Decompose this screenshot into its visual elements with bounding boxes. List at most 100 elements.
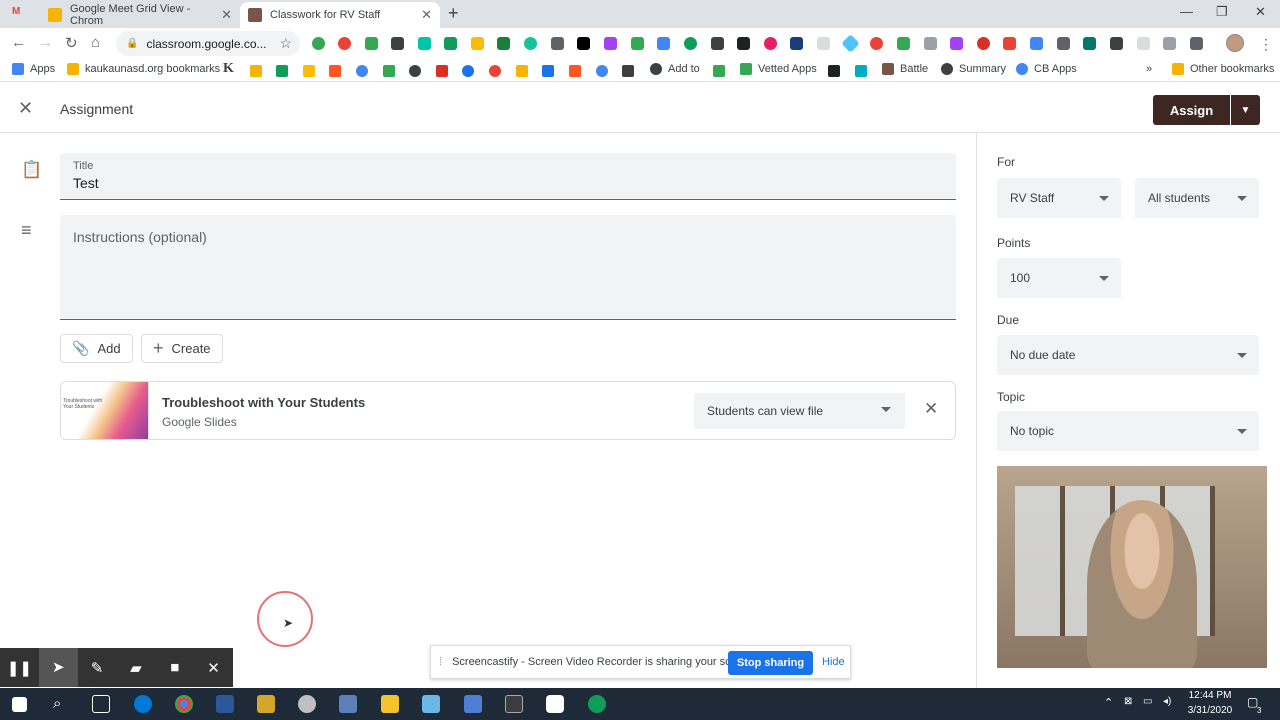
bookmark-k[interactable]: K (223, 61, 234, 77)
app-icon[interactable] (298, 695, 316, 713)
share-permission-select[interactable]: Students can view file (694, 393, 905, 429)
bookmark-icon[interactable] (462, 65, 474, 77)
bookmark-kaukaunasd[interactable]: kaukaunasd.org bookmarks (67, 63, 220, 75)
extension-icon[interactable] (950, 37, 963, 50)
students-select[interactable]: All students (1135, 178, 1259, 218)
new-tab-button[interactable]: + (448, 3, 459, 24)
app-icon[interactable] (257, 695, 275, 713)
extension-icon[interactable] (1083, 37, 1096, 50)
title-input[interactable]: Test (73, 175, 99, 191)
extension-icon[interactable] (391, 37, 404, 50)
bookmark-icon[interactable] (713, 65, 725, 77)
reload-icon[interactable]: ↻ (65, 34, 78, 52)
camera-icon[interactable] (546, 695, 564, 713)
extension-icon[interactable] (657, 37, 670, 50)
cursor-tool-icon[interactable]: ➤ (38, 648, 78, 687)
remove-attachment-icon[interactable]: ✕ (924, 399, 938, 419)
google-icon[interactable] (489, 65, 501, 77)
app-icon[interactable] (464, 695, 482, 713)
topic-select[interactable]: No topic (997, 411, 1259, 451)
bookmark-summary[interactable]: Summary (941, 63, 1006, 75)
points-select[interactable]: 100 (997, 258, 1121, 298)
attachment-card[interactable]: Troubleshoot with Your Students Troubles… (60, 381, 956, 440)
extension-icon[interactable] (870, 37, 883, 50)
minimize-icon[interactable]: — (1180, 4, 1193, 19)
bookmark-star-icon[interactable]: ☆ (279, 35, 292, 52)
word-icon[interactable] (216, 695, 234, 713)
extension-icon[interactable] (551, 37, 564, 50)
bookmark-icon[interactable] (329, 65, 341, 77)
close-icon[interactable]: ✕ (18, 98, 33, 119)
extension-icon[interactable] (1110, 37, 1123, 50)
extension-icon[interactable] (711, 37, 724, 50)
extension-icon[interactable] (524, 37, 537, 50)
pause-icon[interactable]: ❚❚ (0, 659, 39, 677)
bookmark-icon[interactable] (303, 65, 315, 77)
bookmark-icon[interactable] (436, 65, 448, 77)
extension-icon[interactable] (631, 37, 644, 50)
bookmark-icon[interactable] (276, 65, 288, 77)
bookmark-apps[interactable]: Apps (12, 63, 55, 75)
extension-icon[interactable] (577, 37, 590, 50)
bookmark-icon[interactable] (250, 65, 262, 77)
attachment-title[interactable]: Troubleshoot with Your Students (162, 395, 365, 410)
bookmark-battle[interactable]: Battle (882, 63, 928, 75)
extension-icon[interactable] (444, 37, 457, 50)
instructions-field[interactable]: Instructions (optional) (60, 215, 956, 320)
extension-icon[interactable] (897, 37, 910, 50)
class-select[interactable]: RV Staff (997, 178, 1121, 218)
windows-start-icon[interactable] (12, 697, 27, 712)
forward-icon[interactable]: → (38, 34, 53, 51)
gmail-tab-icon[interactable]: M (12, 6, 30, 20)
extension-icon[interactable] (790, 37, 803, 50)
assign-button[interactable]: Assign (1153, 95, 1230, 125)
bookmark-other[interactable]: Other bookmarks (1172, 63, 1274, 75)
more-bookmarks-icon[interactable]: » (1146, 63, 1152, 75)
globe-icon[interactable] (409, 65, 421, 77)
assign-options-button[interactable]: ▼ (1231, 95, 1260, 125)
bookmark-icon[interactable] (622, 65, 634, 77)
battery-icon[interactable]: ▭ (1143, 696, 1152, 707)
hide-button[interactable]: Hide (822, 656, 845, 668)
close-tab-icon[interactable]: ✕ (221, 7, 232, 23)
extension-icon[interactable] (338, 37, 351, 50)
bookmark-icon[interactable] (356, 65, 368, 77)
clock-date[interactable]: 3/31/2020 (1185, 705, 1235, 716)
home-icon[interactable]: ⌂ (91, 34, 100, 51)
extension-icon[interactable] (312, 37, 325, 50)
extension-icon[interactable] (365, 37, 378, 50)
extension-icon[interactable] (1163, 37, 1176, 50)
chrome-menu-icon[interactable]: ⋮ (1259, 36, 1273, 53)
due-select[interactable]: No due date (997, 335, 1259, 375)
close-toolbar-icon[interactable]: ✕ (194, 659, 233, 677)
eraser-tool-icon[interactable]: ▰ (116, 659, 155, 677)
create-button[interactable]: + Create (141, 334, 223, 363)
clock-time[interactable]: 12:44 PM (1185, 690, 1235, 701)
close-tab-icon[interactable]: ✕ (421, 7, 432, 23)
drag-handle-icon[interactable]: ⁞ (439, 656, 442, 668)
extension-icon[interactable] (764, 37, 777, 50)
bookmark-icon[interactable] (516, 65, 528, 77)
add-button[interactable]: 📎 Add (60, 334, 133, 363)
hangouts-icon[interactable] (588, 695, 606, 713)
file-explorer-icon[interactable] (381, 695, 399, 713)
calculator-icon[interactable] (505, 695, 523, 713)
window-close-icon[interactable]: ✕ (1255, 4, 1266, 20)
address-bar[interactable]: 🔒 classroom.google.co... ☆ (116, 31, 300, 56)
profile-avatar[interactable] (1226, 34, 1244, 52)
extension-icon[interactable] (684, 37, 697, 50)
stop-sharing-button[interactable]: Stop sharing (728, 651, 813, 675)
drive-icon[interactable] (383, 65, 395, 77)
bookmark-vetted-apps[interactable]: Vetted Apps (740, 63, 817, 75)
bookmark-icon[interactable] (828, 65, 840, 77)
title-field[interactable]: Title Test (60, 153, 956, 200)
maximize-icon[interactable]: ❐ (1216, 4, 1228, 20)
extension-icon[interactable] (841, 34, 860, 53)
extension-icon[interactable] (497, 37, 510, 50)
app-icon[interactable] (339, 695, 357, 713)
extension-icon[interactable] (924, 37, 937, 50)
bookmark-icon[interactable] (569, 65, 581, 77)
task-view-icon[interactable] (92, 695, 110, 713)
search-icon[interactable]: ⌕ (53, 695, 61, 712)
extension-icon[interactable] (1003, 37, 1016, 50)
